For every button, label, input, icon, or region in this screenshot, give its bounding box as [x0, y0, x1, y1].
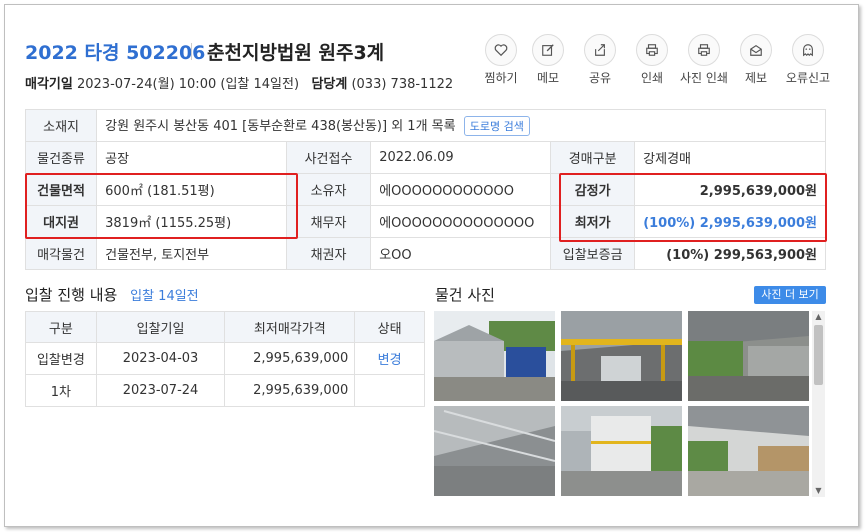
photo-print-button[interactable]: 사진 인쇄 [676, 34, 732, 86]
table-header-row: 구분 입찰기일 최저매각가격 상태 [25, 311, 425, 343]
report-label: 제보 [744, 71, 768, 85]
bid-date: 2023-07-24 [95, 374, 226, 407]
bid-history-table: 구분 입찰기일 최저매각가격 상태 입찰변경 2023-04-03 2,995,… [25, 311, 425, 407]
pencil-icon [542, 44, 554, 56]
creditor-value: 오OO [370, 237, 552, 270]
column-header: 최저매각가격 [224, 311, 356, 343]
auction-type-label: 경매구분 [550, 141, 636, 174]
heart-icon [494, 44, 508, 57]
property-info-table: 소재지 강원 원주시 봉산동 401 [동부순환로 438(봉산동)] 외 1개… [24, 109, 826, 270]
road-search-button[interactable]: 도로명 검색 [463, 116, 530, 137]
bid-progress-heading: 입찰 진행 내용 입찰 14일전 [25, 284, 199, 305]
bid-progress-subtitle: 입찰 14일전 [130, 289, 199, 304]
location-label: 소재지 [24, 109, 98, 142]
min-price-value: (100%) 2,995,639,000원 [634, 205, 826, 238]
table-row: 대지권 3819㎡ (1155.25평) 채무자 에OOOOOOOOOOOOOO… [24, 205, 826, 238]
debtor-value: 에OOOOOOOOOOOOOO [370, 205, 552, 238]
scroll-down-icon[interactable]: ▼ [812, 485, 825, 497]
table-row: 1차 2023-07-24 2,995,639,000 [25, 374, 425, 407]
printer-icon [698, 44, 710, 56]
sale-object-label: 매각물건 [24, 237, 98, 270]
table-row: 매각물건 건물전부, 토지전부 채권자 오OO 입찰보증금 (10%) 299,… [24, 237, 826, 270]
share-label: 공유 [588, 71, 612, 85]
share-icon [595, 44, 605, 56]
canopy-photo[interactable] [434, 406, 555, 496]
debtor-label: 채무자 [285, 205, 372, 238]
print-button[interactable]: 인쇄 [624, 34, 680, 86]
sale-date-value: 2023-07-24(월) 10:00 (입찰 14일전) [76, 77, 300, 92]
type-value: 공장 [96, 141, 287, 174]
ghost-icon [803, 44, 813, 57]
bid-price: 2,995,639,000 [224, 342, 356, 375]
deposit-value: (10%) 299,563,900원 [634, 237, 826, 270]
scroll-up-icon[interactable]: ▲ [812, 311, 825, 323]
column-header: 상태 [354, 311, 425, 343]
column-header: 구분 [25, 311, 97, 343]
received-label: 사건접수 [285, 141, 372, 174]
building-area-label: 건물면적 [24, 173, 98, 206]
photo-print-label: 사진 인쇄 [680, 71, 728, 85]
building-exterior-photo[interactable] [434, 311, 555, 401]
land-value: 3819㎡ (1155.25평) [96, 205, 287, 238]
more-photos-button[interactable]: 사진 더 보기 [754, 286, 826, 304]
owner-value: 에OOOOOOOOOOOO [370, 173, 552, 206]
bid-date: 2023-04-03 [95, 342, 226, 375]
court-name: 춘천지방법원 원주3계 [207, 42, 385, 64]
column-header: 입찰기일 [95, 311, 226, 343]
photos-scrollbar[interactable]: ▲ ▼ [812, 311, 825, 497]
building-area-value: 600㎡ (181.51평) [96, 173, 287, 206]
location-cell: 강원 원주시 봉산동 401 [동부순환로 438(봉산동)] 외 1개 목록 … [96, 109, 826, 142]
sale-date-label: 매각기일 [25, 77, 73, 92]
scrollbar-thumb[interactable] [814, 325, 823, 385]
creditor-label: 채권자 [285, 237, 372, 270]
bid-price: 2,995,639,000 [224, 374, 356, 407]
auction-type-value: 강제경매 [634, 141, 826, 174]
memo-label: 메모 [536, 71, 560, 85]
table-row: 건물면적 600㎡ (181.51평) 소유자 에OOOOOOOOOOOO 감정… [24, 173, 826, 206]
envelope-icon [750, 44, 762, 56]
shed-interior-photo[interactable] [688, 311, 809, 401]
land-label: 대지권 [24, 205, 98, 238]
sale-info-line: 매각기일 2023-07-24(월) 10:00 (입찰 14일전) 담당계 (… [25, 73, 453, 92]
memo-button[interactable]: 메모 [520, 34, 576, 86]
title-divider [191, 43, 192, 60]
manager-label: 담당계 [311, 77, 348, 92]
manager-value: (033) 738-1122 [351, 77, 454, 92]
photos-title: 물건 사진 [435, 286, 495, 304]
owner-label: 소유자 [285, 173, 372, 206]
action-toolbar: 찜하기 메모 공유 인쇄 사진 인쇄 제보 오류신고 [473, 34, 843, 90]
table-row: 입찰변경 2023-04-03 2,995,639,000 변경 [25, 342, 425, 375]
sale-object-value: 건물전부, 토지전부 [96, 237, 287, 270]
table-row: 소재지 강원 원주시 봉산동 401 [동부순환로 438(봉산동)] 외 1개… [24, 109, 826, 142]
deposit-label: 입찰보증금 [550, 237, 636, 270]
storage-interior-photo[interactable] [688, 406, 809, 496]
error-report-label: 오류신고 [785, 71, 831, 85]
bid-kind: 입찰변경 [25, 342, 97, 375]
container-building-photo[interactable] [561, 406, 682, 496]
error-report-button[interactable]: 오류신고 [780, 34, 836, 86]
bid-progress-title: 입찰 진행 내용 [25, 286, 118, 304]
printer-icon [646, 44, 658, 56]
share-button[interactable]: 공유 [572, 34, 628, 86]
report-button[interactable]: 제보 [728, 34, 784, 86]
table-row: 물건종류 공장 사건접수 2022.06.09 경매구분 강제경매 [24, 141, 826, 174]
location-value: 강원 원주시 봉산동 401 [동부순환로 438(봉산동)] 외 1개 목록 [105, 118, 456, 134]
warehouse-interior-photo[interactable] [561, 311, 682, 401]
appraisal-value: 2,995,639,000원 [634, 173, 826, 206]
appraisal-label: 감정가 [550, 173, 636, 206]
print-label: 인쇄 [640, 71, 664, 85]
case-number: 2022 타경 502206 [25, 42, 206, 64]
type-label: 물건종류 [24, 141, 98, 174]
min-price-label: 최저가 [550, 205, 636, 238]
bid-kind: 1차 [25, 374, 97, 407]
bid-status-link[interactable]: 변경 [354, 342, 425, 375]
bid-status [354, 374, 425, 407]
received-value: 2022.06.09 [370, 141, 552, 174]
